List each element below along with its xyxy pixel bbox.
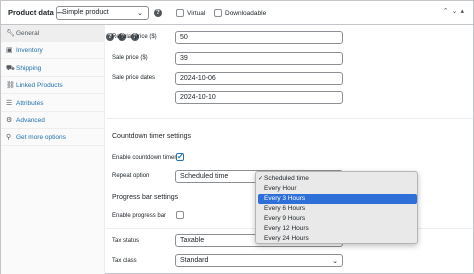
tax-class-select[interactable]: Standard ⌄ bbox=[175, 254, 343, 267]
dropdown-option-scheduled-time[interactable]: ✓ Scheduled time bbox=[258, 174, 417, 184]
repeat-option-dropdown: ✓ Scheduled time Every Hour Every 3 Hour… bbox=[255, 171, 418, 244]
help-icon[interactable]: ? bbox=[154, 9, 162, 17]
move-up-icon[interactable]: ⌃ bbox=[443, 8, 452, 15]
product-data-tabs: 🔧︎ General ▣ Inventory ⛟ Shipping ⛓ Link… bbox=[1, 25, 105, 274]
sale-price-label: Sale price ($) bbox=[112, 55, 148, 61]
sale-price-input[interactable]: 39 bbox=[175, 52, 343, 65]
divider bbox=[106, 118, 473, 119]
countdown-section-title: Countdown timer settings bbox=[112, 133, 191, 140]
tab-label: Shipping bbox=[16, 65, 42, 72]
regular-price-label: Regular price ($) bbox=[112, 34, 157, 40]
progress-section-title: Progress bar settings bbox=[112, 194, 179, 201]
tab-get-more-options[interactable]: ⚲ Get more options bbox=[1, 129, 105, 146]
plugin-icon: ⚲ bbox=[6, 134, 12, 141]
enable-progress-label: Enable progress bar bbox=[112, 213, 167, 219]
truck-icon: ⛟ bbox=[6, 65, 15, 72]
tab-label: Advanced bbox=[16, 117, 45, 124]
enable-countdown-checkbox[interactable] bbox=[176, 152, 184, 161]
option-label: Every 12 Hours bbox=[264, 225, 309, 232]
tab-shipping[interactable]: ⛟ Shipping bbox=[1, 60, 105, 77]
tab-attributes[interactable]: ☰ Attributes bbox=[1, 95, 105, 112]
repeat-option-label: Repeat option bbox=[112, 173, 150, 179]
dropdown-option-every-6-hours[interactable]: Every 6 Hours bbox=[258, 204, 417, 214]
option-label: Every 9 Hours bbox=[264, 215, 306, 222]
tab-label: Get more options bbox=[16, 134, 66, 141]
chevron-down-icon: ⌄ bbox=[332, 258, 338, 265]
box-icon: ▣ bbox=[6, 47, 13, 54]
option-label: Every 3 Hours bbox=[264, 195, 306, 202]
wrench-icon: 🔧︎ bbox=[6, 30, 15, 37]
tab-linked-products[interactable]: ⛓ Linked Products bbox=[1, 77, 105, 94]
gear-icon: ⚙ bbox=[6, 117, 13, 124]
product-data-panel: Product data — Simple product ⌄ ? Virtua… bbox=[0, 0, 474, 274]
tab-general[interactable]: 🔧︎ General bbox=[1, 25, 105, 42]
checkmark-icon: ✓ bbox=[258, 176, 264, 182]
tab-advanced[interactable]: ⚙ Advanced bbox=[1, 112, 105, 129]
tax-status-label: Tax status bbox=[112, 238, 140, 244]
virtual-checkbox[interactable] bbox=[176, 9, 184, 17]
dropdown-option-every-24-hours[interactable]: Every 24 Hours bbox=[258, 234, 417, 244]
regular-price-input[interactable]: 50 bbox=[175, 31, 343, 44]
tax-status-value: Taxable bbox=[180, 237, 205, 244]
option-label: Every 24 Hours bbox=[264, 235, 309, 242]
option-label: Every 6 Hours bbox=[264, 205, 306, 212]
repeat-option-value: Scheduled time bbox=[180, 173, 229, 180]
dropdown-option-every-9-hours[interactable]: Every 9 Hours bbox=[258, 214, 417, 224]
enable-countdown-label: Enable countdown timer bbox=[112, 155, 177, 161]
virtual-label: Virtual bbox=[187, 10, 206, 17]
option-label: Every Hour bbox=[264, 185, 297, 192]
downloadable-label: Downloadable bbox=[225, 10, 267, 17]
tab-label: Inventory bbox=[16, 47, 43, 54]
tab-inventory[interactable]: ▣ Inventory bbox=[1, 42, 105, 59]
sale-date-to-input[interactable]: 2024-10-10 bbox=[175, 91, 343, 104]
chevron-down-icon: ⌄ bbox=[137, 10, 143, 17]
tab-label: Linked Products bbox=[16, 82, 63, 89]
tab-label: General bbox=[16, 30, 40, 37]
dropdown-option-every-hour[interactable]: Every Hour bbox=[258, 184, 417, 194]
option-label: Scheduled time bbox=[264, 175, 309, 182]
tab-label: Attributes bbox=[16, 100, 44, 107]
list-icon: ☰ bbox=[6, 100, 13, 107]
dropdown-option-every-3-hours[interactable]: Every 3 Hours bbox=[258, 194, 417, 204]
panel-header: Product data — Simple product ⌄ ? Virtua… bbox=[1, 1, 473, 25]
product-type-select[interactable]: Simple product ⌄ bbox=[56, 6, 149, 20]
downloadable-checkbox[interactable] bbox=[214, 9, 222, 17]
product-type-value: Simple product bbox=[62, 9, 109, 16]
sale-dates-label: Sale price dates bbox=[112, 75, 156, 81]
tax-class-value: Standard bbox=[180, 257, 209, 264]
collapse-icon[interactable]: ▴ bbox=[460, 8, 467, 15]
link-icon: ⛓ bbox=[6, 82, 15, 89]
panel-move-controls[interactable]: ⌃⌄▴ bbox=[443, 7, 467, 15]
tax-class-label: Tax class bbox=[112, 258, 137, 264]
sale-date-from-input[interactable]: 2024-10-06 bbox=[175, 72, 343, 85]
enable-progress-checkbox[interactable] bbox=[176, 211, 184, 219]
dropdown-option-every-12-hours[interactable]: Every 12 Hours bbox=[258, 224, 417, 234]
